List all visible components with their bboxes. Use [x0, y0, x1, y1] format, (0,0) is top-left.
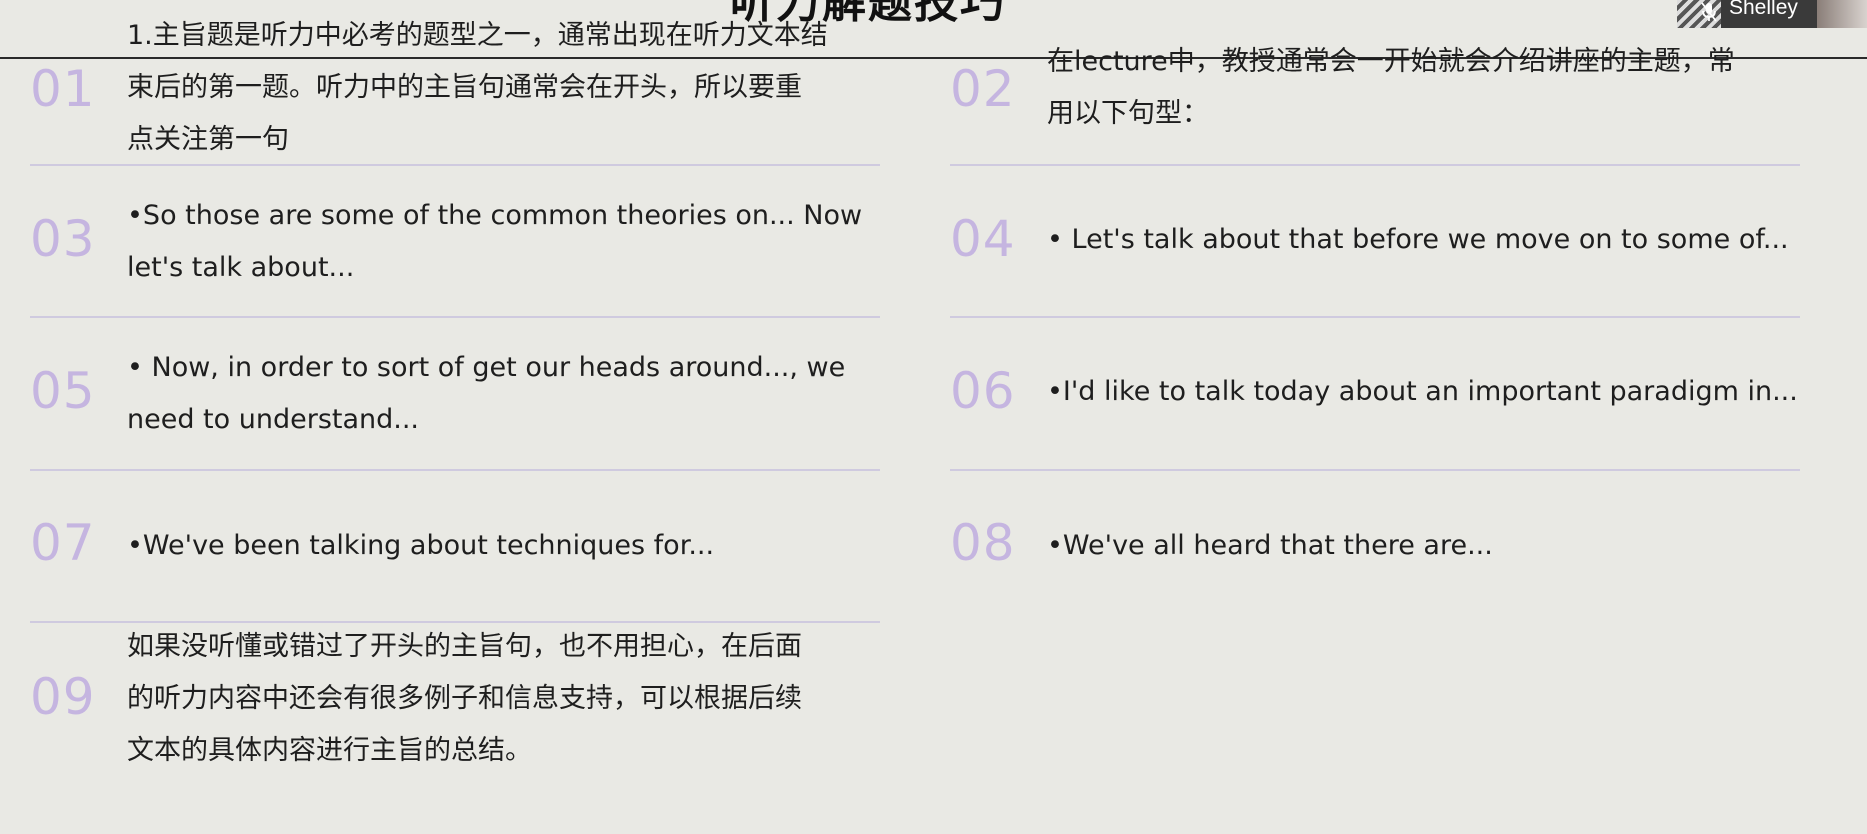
- item-number: 04: [950, 210, 1016, 268]
- item-text: 如果没听懂或错过了开头的主旨句，也不用担心，在后面 的听力内容中还会有很多例子和…: [127, 631, 802, 766]
- item-text: •So those are some of the common theorie…: [127, 200, 863, 283]
- divider: [30, 316, 880, 318]
- item-number: 06: [950, 362, 1016, 420]
- item-text: •I'd like to talk today about an importa…: [1047, 376, 1798, 407]
- divider: [950, 316, 1800, 318]
- camera-preview: [1817, 0, 1867, 28]
- item-text: •We've been talking about techniques for…: [127, 530, 715, 561]
- item-text: 1.主旨题是听力中必考的题型之一，通常出现在听力文本结 束后的第一题。听力中的主…: [127, 20, 828, 155]
- item-number: 07: [30, 514, 96, 572]
- mic-muted-icon[interactable]: [1701, 2, 1717, 22]
- divider: [950, 164, 1800, 166]
- divider: [30, 164, 880, 166]
- item-number: 02: [950, 60, 1016, 118]
- item-number: 01: [30, 60, 96, 118]
- item-number: 03: [30, 210, 96, 268]
- item-text: • Let's talk about that before we move o…: [1047, 224, 1789, 255]
- divider: [950, 469, 1800, 471]
- divider: [30, 469, 880, 471]
- item-text: • Now, in order to sort of get our heads…: [127, 352, 846, 435]
- item-number: 05: [30, 362, 96, 420]
- item-number: 08: [950, 514, 1016, 572]
- item-number: 09: [30, 668, 96, 726]
- speaker-name: Shelley: [1729, 0, 1798, 19]
- video-overlay[interactable]: Shelley: [1677, 0, 1867, 28]
- item-text: •We've all heard that there are...: [1047, 530, 1493, 561]
- item-text: 在lecture中，教授通常会一开始就会介绍讲座的主题，常 用以下句型：: [1047, 46, 1735, 129]
